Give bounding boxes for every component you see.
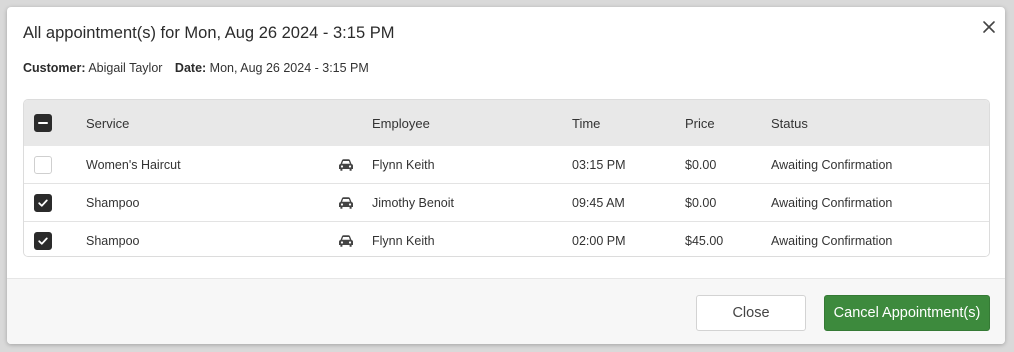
dialog-footer: Close Cancel Appointment(s) xyxy=(7,278,1005,344)
appointments-table: Service Employee Time Price Status Women… xyxy=(23,99,990,257)
row-status: Awaiting Confirmation xyxy=(771,157,893,172)
customer-label: Customer: xyxy=(23,61,86,75)
row-service: Shampoo xyxy=(86,195,140,210)
row-employee: Jimothy Benoit xyxy=(372,195,454,210)
row-price: $45.00 xyxy=(685,233,724,248)
row-time: 02:00 PM xyxy=(572,233,626,248)
appointments-dialog: All appointment(s) for Mon, Aug 26 2024 … xyxy=(7,7,1005,344)
table-row[interactable]: Women's Haircut Flynn Keith 03:15 PM $0.… xyxy=(24,146,989,184)
row-checkbox[interactable] xyxy=(34,155,52,174)
row-employee: Flynn Keith xyxy=(372,233,435,248)
close-icon[interactable] xyxy=(981,19,997,35)
row-employee: Flynn Keith xyxy=(372,157,435,172)
row-service: Shampoo xyxy=(86,233,140,248)
row-price: $0.00 xyxy=(685,157,717,172)
row-status: Awaiting Confirmation xyxy=(771,195,893,210)
table-header: Service Employee Time Price Status xyxy=(24,100,989,147)
row-time: 09:45 AM xyxy=(572,195,625,210)
row-status: Awaiting Confirmation xyxy=(771,233,893,248)
row-checkbox[interactable] xyxy=(34,231,52,250)
header-status: Status xyxy=(771,115,808,131)
row-checkbox[interactable] xyxy=(34,193,52,212)
appointment-meta: Customer: Abigail Taylor Date: Mon, Aug … xyxy=(23,61,369,75)
row-price: $0.00 xyxy=(685,195,717,210)
customer-name: Abigail Taylor xyxy=(88,61,163,75)
header-service: Service xyxy=(86,115,130,131)
car-icon xyxy=(338,184,354,221)
table-row[interactable]: Shampoo Jimothy Benoit 09:45 AM $0.00 Aw… xyxy=(24,184,989,222)
dialog-title: All appointment(s) for Mon, Aug 26 2024 … xyxy=(23,24,395,42)
cancel-appointments-button[interactable]: Cancel Appointment(s) xyxy=(824,295,990,331)
date-label: Date: xyxy=(174,61,207,75)
table-row[interactable]: Shampoo Flynn Keith 02:00 PM $45.00 Awai… xyxy=(24,222,989,256)
header-employee: Employee xyxy=(372,115,430,131)
select-all-checkbox[interactable] xyxy=(34,114,52,132)
close-button[interactable]: Close xyxy=(696,295,806,331)
row-time: 03:15 PM xyxy=(572,157,626,172)
car-icon xyxy=(338,146,354,183)
car-icon xyxy=(338,222,354,256)
header-time: Time xyxy=(572,115,601,131)
date-value: Mon, Aug 26 2024 - 3:15 PM xyxy=(209,61,369,75)
row-service: Women's Haircut xyxy=(86,157,181,172)
header-price: Price xyxy=(685,115,715,131)
